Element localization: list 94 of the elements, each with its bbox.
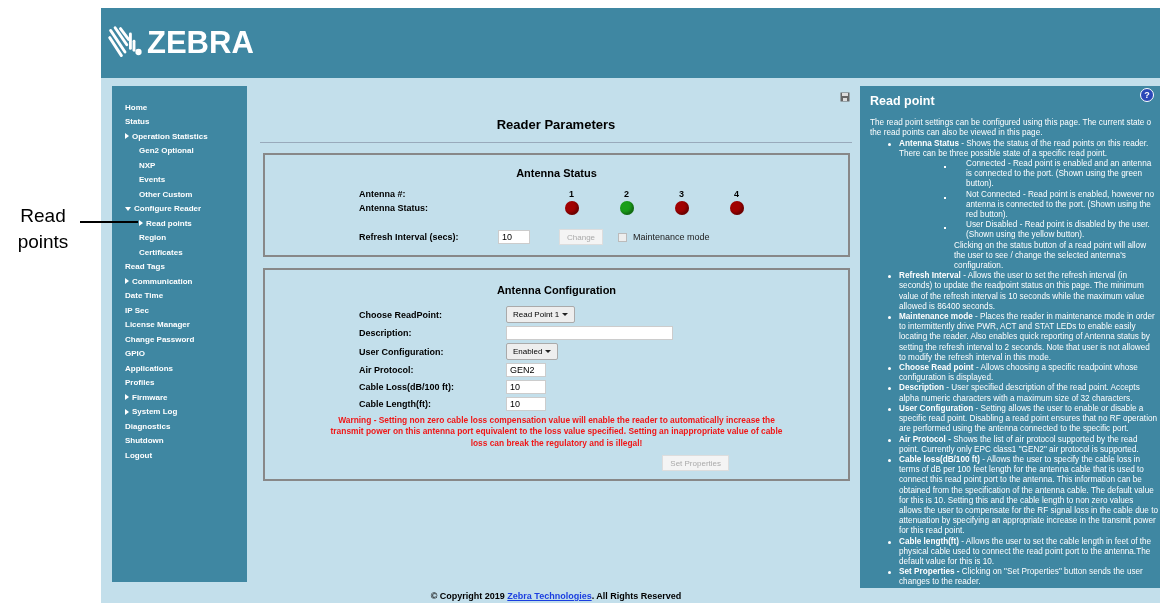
sidebar-item[interactable]: Other Custom: [139, 189, 193, 199]
section-title: Antenna Configuration: [495, 284, 618, 296]
bullet-icon: [888, 387, 891, 391]
sidebar-item[interactable]: Home: [125, 102, 148, 112]
caret-icon: [125, 133, 129, 140]
callout-label: Read points: [16, 204, 70, 254]
sidebar-item[interactable]: License Manager: [125, 320, 190, 330]
help-paragraph: Connected - Read point is enabled and an antenna is connected to the port. (Shown using the green button).: [966, 159, 1153, 190]
antenna-number: 3: [678, 189, 685, 199]
sidebar-item[interactable]: System Log: [132, 407, 178, 417]
save-icon[interactable]: [840, 92, 850, 102]
help-paragraph: Cable loss(dB/100 ft) - Allows the user to specify the cable loss in terms of dB per 100 feet length for the antenna cable that is used to connect this read point port to the antenna. This information can be obtained from the specification of the antenna cable. The default value for this is 10. Setting this and the cable length to non zero values allows the user to compensate for the RF signal loss in the cable due to attenuation by specifying an appropriate increase in the transmit power for this read point.: [899, 454, 1158, 537]
help-paragraph: Choose Read point - Allows choosing a specific readpoint whose configuration is displayed.: [899, 363, 1139, 383]
bullet-icon: [888, 571, 891, 575]
field-label: Choose ReadPoint:: [359, 309, 443, 320]
field-label: User Configuration:: [359, 346, 445, 357]
sidebar-item[interactable]: Profiles: [125, 378, 155, 388]
bullet-icon: [888, 367, 891, 371]
sidebar-item[interactable]: Status: [125, 117, 150, 127]
sidebar-item[interactable]: Logout: [125, 450, 153, 460]
checkbox-label: Maintenance mode: [633, 232, 710, 242]
sidebar-item[interactable]: Communication: [132, 276, 193, 286]
leader-line: [80, 221, 138, 223]
sidebar-item[interactable]: Date Time: [125, 291, 164, 301]
text-input[interactable]: [506, 326, 673, 340]
sidebar-item[interactable]: Configure Reader: [134, 204, 202, 214]
status-led[interactable]: [729, 201, 744, 215]
section-title: Antenna Status: [515, 167, 598, 179]
text-input[interactable]: GEN2: [506, 363, 546, 377]
help-paragraph: Maintenance mode - Places the reader in maintenance mode in order to intermittently drive PWR, ACT and STAT LEDs to enable easily locating the reader. Also enables quick reporting of Antenna status by setting the refresh interval to 2 seconds. Note that user is not allowed to modify the refresh interval in this mode.: [899, 312, 1156, 363]
sidebar-item[interactable]: Shutdown: [125, 436, 164, 446]
field-label: Antenna #:: [359, 189, 407, 199]
sidebar-item[interactable]: Applications: [125, 363, 173, 373]
dropdown-button[interactable]: Enabled: [506, 343, 559, 360]
bullet-icon: [888, 407, 891, 411]
caret-icon: [562, 313, 569, 316]
copyright-text: © Copyright 2019 Zebra Technologies. All Rights Reserved: [429, 591, 683, 601]
help-paragraph: Refresh Interval - Allows the user to set the refresh interval (in seconds) to update the readpoint status on this page. The minimum value of the refresh interval is 10 seconds while the maximum value allowed is 86400 seconds.: [899, 271, 1146, 312]
help-paragraph: Not Connected - Read point is enabled, however no antenna is connected to the port. (Shown using the red button).: [966, 189, 1155, 220]
field-label: Antenna Status:: [359, 203, 429, 213]
company-link[interactable]: Zebra Technologies: [507, 591, 592, 601]
sidebar-item[interactable]: Certificates: [139, 247, 183, 257]
help-paragraph: Antenna Status - Shows the status of the read points on this reader. There can be three possible state of a specific read point.: [899, 138, 1150, 159]
status-led[interactable]: [674, 201, 689, 215]
caret-icon: [139, 220, 143, 227]
field-label: Air Protocol:: [359, 365, 415, 375]
help-paragraph: Air Protocol - Shows the list of air protocol supported by the read point. Currently only EPC class1 "GEN2" air protocol is supported.: [899, 434, 1140, 455]
maintenance-checkbox[interactable]: [618, 232, 628, 242]
sidebar-item[interactable]: Operation Statistics: [132, 131, 208, 141]
bullet-icon: [888, 438, 891, 442]
text-input[interactable]: 10: [506, 380, 546, 394]
sidebar-item[interactable]: Gen2 Optional: [139, 146, 194, 156]
caret-icon: [125, 206, 131, 211]
sidebar-item[interactable]: IP Sec: [125, 305, 149, 315]
field-label: Refresh Interval (secs):: [359, 232, 460, 242]
caret-icon: [545, 350, 552, 353]
status-led[interactable]: [619, 201, 634, 215]
dropdown-button[interactable]: Read Point 1: [506, 306, 576, 323]
sidebar-item[interactable]: Change Password: [125, 334, 195, 344]
antenna-number: 4: [733, 189, 740, 199]
help-paragraph: Description - User specified description of the read point. Accepts alpha numeric characters with a maximum size of 32 characters.: [899, 383, 1141, 404]
bullet-icon: [888, 142, 891, 146]
bullet-icon: [888, 275, 891, 279]
refresh-input[interactable]: 10: [498, 230, 530, 244]
bullet-icon: [888, 316, 891, 320]
bullet-icon: [888, 458, 891, 462]
warning-text: Warning - Setting non zero cable loss compensation value will enable the reader to automatically increase the transmit power on this antenna port equivalent to the loss value specified. Setting an inappropriate value of cable loss can break the regulatory and is illegal!: [329, 415, 784, 450]
help-paragraph: User Disabled - Read point is disabled by the user. (Shown using the yellow button).: [966, 220, 1151, 241]
page-title: Reader Parameters: [495, 117, 617, 132]
help-paragraph: The read point settings can be configured using this page. The current state o the read points can also be viewed in this page.: [870, 118, 1153, 139]
help-paragraph: Set Properties - Clicking on "Set Properties" button sends the user changes to the reader.: [899, 567, 1144, 588]
antenna-number: 1: [568, 189, 575, 199]
sidebar-item[interactable]: Diagnostics: [125, 421, 171, 431]
status-led[interactable]: [564, 201, 579, 215]
field-label: Description:: [359, 328, 413, 338]
bullet-icon: [888, 540, 891, 544]
sidebar-item[interactable]: Events: [139, 175, 166, 185]
field-label: Cable Loss(dB/100 ft):: [359, 382, 455, 392]
help-paragraph: Clicking on the status button of a read point will allow the user to see / change the selected antenna's configuration.: [954, 240, 1148, 271]
logo-text: ZEBRA: [147, 25, 254, 61]
sidebar-item[interactable]: GPIO: [125, 349, 145, 359]
help-button[interactable]: ?: [1140, 88, 1154, 102]
sidebar-item[interactable]: Read points: [146, 218, 192, 228]
text-input[interactable]: 10: [506, 397, 546, 411]
sidebar-item[interactable]: Region: [139, 233, 167, 243]
field-label: Cable Length(ft):: [359, 399, 432, 409]
sidebar-item[interactable]: Firmware: [132, 392, 168, 402]
sidebar-item[interactable]: Read Tags: [125, 262, 165, 272]
help-paragraph: User Configuration - Setting allows the user to enable or disable a specific read point. Disabling a read point ensures that no RF operation are performed using the antenna connected to the specific port.: [899, 403, 1158, 435]
antenna-number: 2: [623, 189, 630, 199]
help-paragraph: Cable length(ft) - Allows the user to set the cable length in feet of the physical cable used to connect the read point port to the antenna.The default value for this is 10.: [899, 536, 1153, 567]
help-title: Read point: [870, 96, 936, 107]
caret-icon: [125, 278, 129, 285]
sidebar-item[interactable]: NXP: [139, 160, 156, 170]
